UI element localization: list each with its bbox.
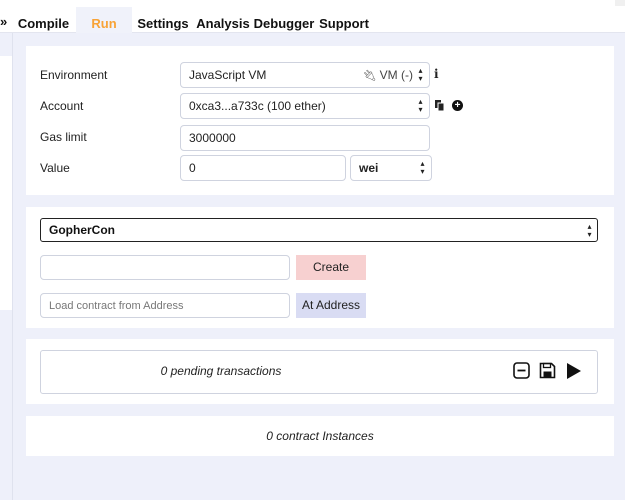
- updown-arrow-icon: ▴▾: [418, 159, 427, 175]
- transactions-card: 0 pending transactions: [26, 339, 614, 404]
- contract-select[interactable]: GopherCon ▴▾: [40, 218, 598, 242]
- run-settings-card: Environment JavaScript VM 🔌︎ VM (-) ▴▾ i …: [26, 46, 614, 195]
- plug-icon: 🔌︎: [362, 70, 377, 82]
- tab-bar: » Compile Run Settings Analysis Debugger…: [0, 0, 625, 33]
- collapse-panel-icon[interactable]: »: [0, 14, 7, 29]
- window-grip: [615, 0, 625, 6]
- left-panel-edge: [0, 56, 12, 310]
- create-button[interactable]: Create: [296, 255, 366, 280]
- pending-transactions-text: 0 pending transactions: [160, 364, 282, 378]
- value-label: Value: [40, 161, 70, 175]
- updown-arrow-icon: ▴▾: [416, 97, 425, 113]
- gas-limit-input[interactable]: 3000000: [180, 125, 430, 151]
- vm-status-text: VM (-): [379, 68, 413, 82]
- unit-select[interactable]: wei ▴▾: [350, 155, 432, 181]
- vm-status: 🔌︎ VM (-): [363, 63, 413, 88]
- load-address-input[interactable]: Load contract from Address: [40, 293, 290, 318]
- unit-value: wei: [359, 161, 379, 175]
- save-icon[interactable]: [539, 362, 556, 379]
- clear-transactions-icon[interactable]: [513, 362, 530, 379]
- tab-compile[interactable]: Compile: [15, 7, 72, 33]
- updown-arrow-icon: ▴▾: [585, 222, 594, 238]
- copy-icon[interactable]: [435, 100, 444, 111]
- instances-card: 0 contract Instances: [26, 416, 614, 456]
- contract-selected: GopherCon: [49, 223, 115, 237]
- contract-instances-text: 0 contract Instances: [266, 429, 374, 443]
- environment-select[interactable]: JavaScript VM 🔌︎ VM (-) ▴▾: [180, 62, 430, 88]
- tab-bar-top-strip: [0, 0, 625, 6]
- at-address-button[interactable]: At Address: [296, 293, 366, 318]
- add-account-icon[interactable]: +: [452, 100, 463, 111]
- account-label: Account: [40, 99, 84, 113]
- value-input[interactable]: 0: [180, 155, 346, 181]
- account-select[interactable]: 0xca3...a733c (100 ether) ▴▾: [180, 93, 430, 119]
- contract-card: GopherCon ▴▾ Create Load contract from A…: [26, 207, 614, 328]
- tab-analysis[interactable]: Analysis: [196, 7, 250, 33]
- gas-limit-label: Gas limit: [40, 130, 87, 144]
- panel-divider[interactable]: [12, 33, 13, 500]
- constructor-args-input[interactable]: [40, 255, 290, 280]
- tab-support[interactable]: Support: [318, 7, 370, 33]
- pending-transactions-box: 0 pending transactions: [40, 350, 598, 394]
- tab-debugger[interactable]: Debugger: [253, 7, 315, 33]
- play-icon[interactable]: [566, 362, 582, 380]
- info-icon[interactable]: i: [434, 67, 439, 81]
- environment-label: Environment: [40, 68, 108, 82]
- account-value: 0xca3...a733c (100 ether): [189, 99, 326, 113]
- updown-arrow-icon: ▴▾: [416, 66, 425, 82]
- tab-run[interactable]: Run: [76, 7, 132, 33]
- environment-value: JavaScript VM: [189, 68, 267, 82]
- tab-settings[interactable]: Settings: [136, 7, 190, 33]
